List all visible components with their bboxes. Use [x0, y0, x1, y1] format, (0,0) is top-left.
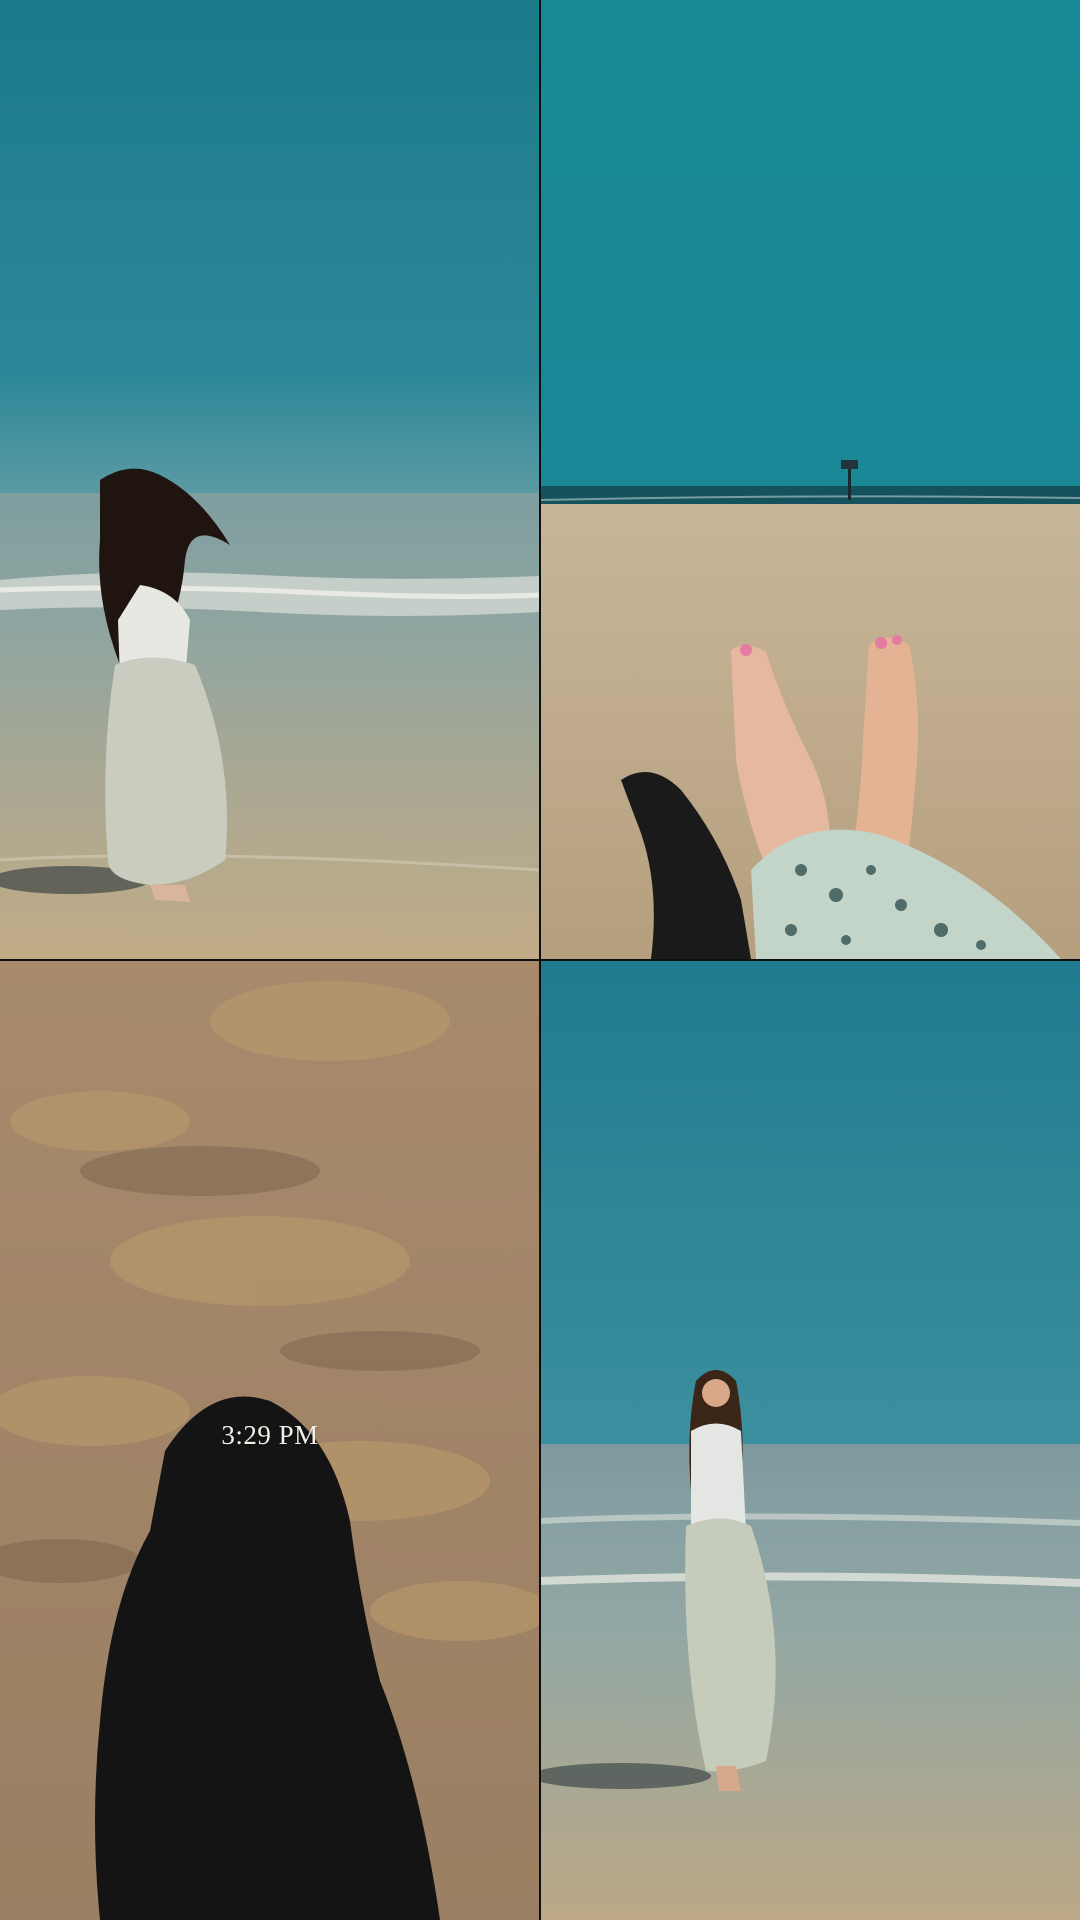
photo-woman-in-waves-image [0, 0, 539, 959]
collage-horizontal-divider [0, 959, 1080, 961]
photo-feet-on-sand-image [541, 0, 1080, 959]
timestamp-text: 3:29 PM [221, 1420, 319, 1450]
photo-woman-in-waves [0, 0, 539, 959]
photo-woman-in-shallow-water [541, 961, 1080, 1920]
photo-feet-on-sand [541, 0, 1080, 959]
photo-woman-in-shallow-water-image [541, 961, 1080, 1920]
